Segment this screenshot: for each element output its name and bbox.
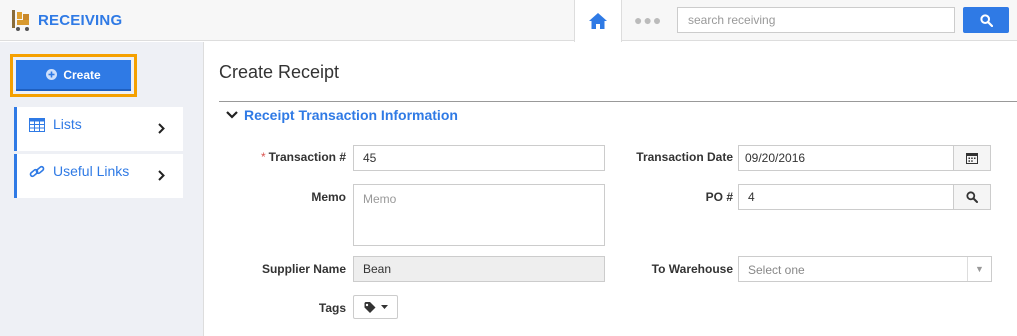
po-no-label: PO # (705, 190, 733, 204)
supplier-name-label: Supplier Name (261, 262, 346, 276)
calendar-icon (966, 153, 978, 164)
required-marker: * (260, 150, 266, 164)
sidebar-item-label: Useful Links (53, 163, 130, 179)
search-icon (979, 13, 993, 27)
page-title: Create Receipt (219, 62, 340, 82)
home-tab[interactable] (574, 0, 622, 42)
po-no-field[interactable] (738, 184, 954, 210)
sidebar-item-label: Lists (53, 116, 82, 132)
plus-circle-icon (46, 69, 58, 80)
caret-down-icon: ▼ (967, 257, 991, 281)
app-title: RECEIVING (38, 11, 123, 29)
memo-field[interactable] (353, 184, 605, 246)
chevron-right-icon (158, 123, 165, 134)
transaction-date-field[interactable] (738, 145, 954, 171)
create-button[interactable]: Create (16, 60, 131, 91)
top-bar: RECEIVING ●●● (0, 0, 1017, 42)
sidebar-item-useful-links[interactable]: Useful Links (14, 154, 183, 198)
sidebar-item-lists[interactable]: Lists (14, 107, 183, 151)
title-divider (219, 101, 1017, 102)
section-header[interactable]: Receipt Transaction Information (226, 107, 458, 123)
search-input[interactable] (677, 7, 955, 33)
search-button[interactable] (963, 7, 1009, 33)
supplier-name-field[interactable] (353, 256, 605, 282)
tags-label: Tags (318, 301, 346, 315)
create-highlight: Create (10, 54, 137, 97)
transaction-no-label: * Transaction # (260, 150, 346, 164)
chevron-right-icon (158, 170, 165, 181)
to-warehouse-placeholder: Select one (748, 263, 805, 277)
section-title: Receipt Transaction Information (244, 107, 458, 123)
tags-dropdown-button[interactable] (353, 295, 398, 319)
tag-icon (364, 301, 375, 313)
calendar-button[interactable] (953, 145, 991, 171)
caret-down-icon (380, 305, 388, 309)
to-warehouse-select[interactable]: Select one ▼ (738, 256, 992, 282)
more-menu[interactable]: ●●● (634, 12, 662, 28)
chevron-down-icon (226, 111, 238, 119)
app-brand[interactable]: RECEIVING (10, 6, 122, 34)
table-icon (29, 118, 45, 132)
home-icon (589, 13, 607, 29)
po-search-button[interactable] (953, 184, 991, 210)
link-icon (29, 165, 45, 178)
search-icon (966, 191, 978, 203)
create-label: Create (63, 67, 101, 82)
transaction-no-field[interactable] (353, 145, 605, 171)
memo-label: Memo (311, 190, 346, 204)
sidebar: Create Lists Useful Links (0, 42, 204, 336)
to-warehouse-label: To Warehouse (651, 262, 733, 276)
transaction-date-label: Transaction Date (636, 150, 733, 164)
cart-icon (12, 10, 29, 31)
